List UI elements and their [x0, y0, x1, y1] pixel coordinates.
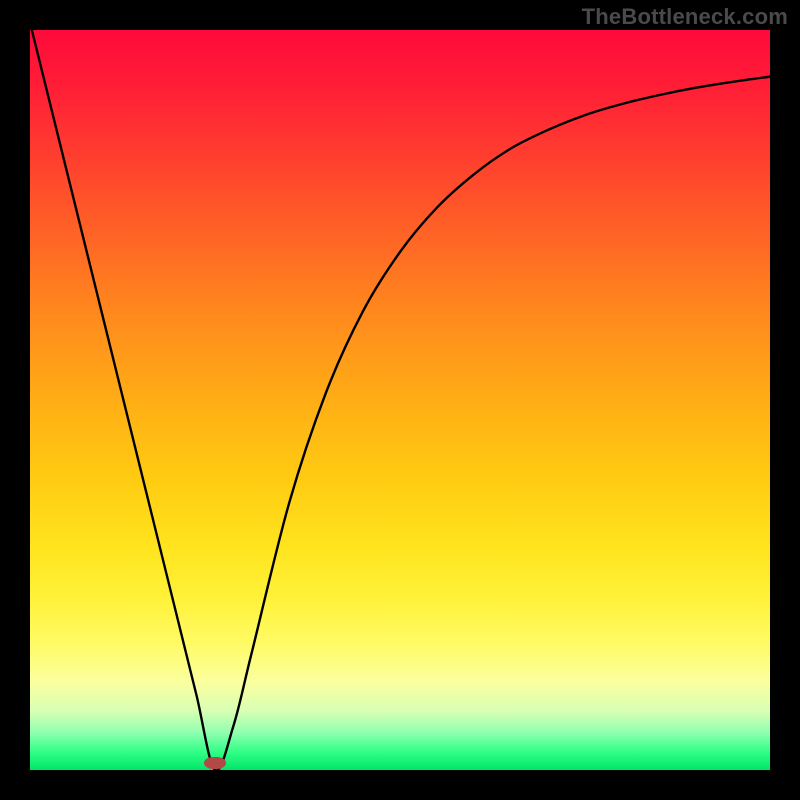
watermark-label: TheBottleneck.com: [582, 4, 788, 30]
minimum-marker: [204, 757, 226, 769]
curve-layer: [30, 30, 770, 770]
chart-stage: TheBottleneck.com: [0, 0, 800, 800]
bottleneck-curve: [30, 30, 770, 770]
plot-area: [30, 30, 770, 770]
